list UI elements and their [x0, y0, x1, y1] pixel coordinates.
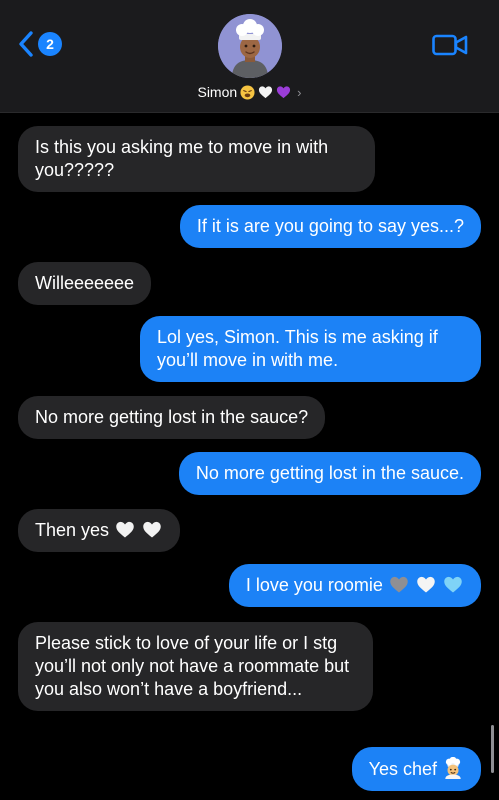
message-text: Willeeeeeee [35, 273, 135, 293]
message-text: Please stick to love of your life or I s… [35, 633, 350, 699]
cook-emoji-icon [445, 757, 461, 779]
back-button[interactable]: 2 [18, 30, 62, 58]
message-outgoing[interactable]: If it is are you going to say yes...? [179, 205, 481, 248]
white-heart-icon [417, 576, 435, 593]
conversation-header: 2 Simon › [0, 0, 499, 113]
message-text: No more getting lost in the sauce? [35, 407, 309, 427]
contact-name: Simon [197, 84, 238, 100]
white-heart-icon [116, 521, 134, 538]
message-incoming[interactable]: Then yes [18, 509, 181, 552]
contact-avatar[interactable] [218, 14, 282, 78]
white-heart-icon [143, 521, 161, 538]
message-text: No more getting lost in the sauce. [195, 463, 464, 483]
weary-face-icon [240, 84, 255, 100]
purple-heart-icon [277, 85, 291, 98]
message-text: I love you roomie [245, 575, 383, 595]
message-text: Yes chef [368, 759, 437, 779]
message-incoming[interactable]: No more getting lost in the sauce? [18, 396, 326, 439]
message-thread[interactable]: Is this you asking me to move in with yo… [0, 113, 499, 800]
chef-memoji-icon [218, 14, 282, 78]
video-camera-icon [432, 34, 468, 56]
scrollbar[interactable] [491, 725, 494, 773]
message-outgoing[interactable]: Lol yes, Simon. This is me asking if you… [140, 316, 481, 382]
contact-name-row[interactable]: Simon › [0, 84, 499, 100]
message-incoming[interactable]: Is this you asking me to move in with yo… [18, 126, 375, 192]
message-text: If it is are you going to say yes...? [196, 216, 464, 236]
chevron-right-icon: › [297, 84, 302, 100]
message-outgoing[interactable]: No more getting lost in the sauce. [178, 452, 481, 495]
white-heart-icon [259, 85, 273, 98]
message-incoming[interactable]: Willeeeeeee [18, 262, 152, 305]
message-incoming[interactable]: Please stick to love of your life or I s… [18, 622, 373, 711]
facetime-video-button[interactable] [432, 33, 468, 62]
message-text: Then yes [35, 520, 110, 540]
message-text: Lol yes, Simon. This is me asking if you… [157, 327, 438, 370]
light-blue-heart-icon [444, 576, 462, 593]
unread-count-badge: 2 [38, 32, 62, 56]
message-text: Is this you asking me to move in with yo… [35, 137, 329, 180]
message-outgoing[interactable]: I love you roomie [228, 564, 481, 607]
message-outgoing[interactable]: Yes chef [351, 747, 481, 791]
grey-heart-icon [390, 576, 408, 593]
chevron-left-icon [19, 31, 33, 57]
